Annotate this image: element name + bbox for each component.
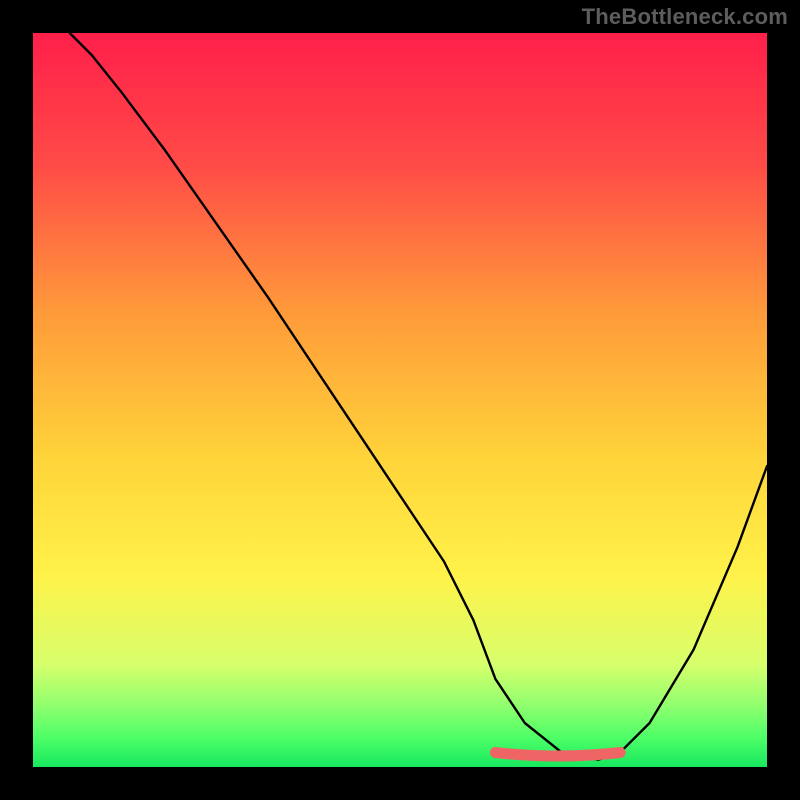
watermark-text: TheBottleneck.com [582,4,788,30]
bottleneck-chart [0,0,800,800]
chart-frame: TheBottleneck.com [0,0,800,800]
optimal-range-marker [495,753,620,757]
